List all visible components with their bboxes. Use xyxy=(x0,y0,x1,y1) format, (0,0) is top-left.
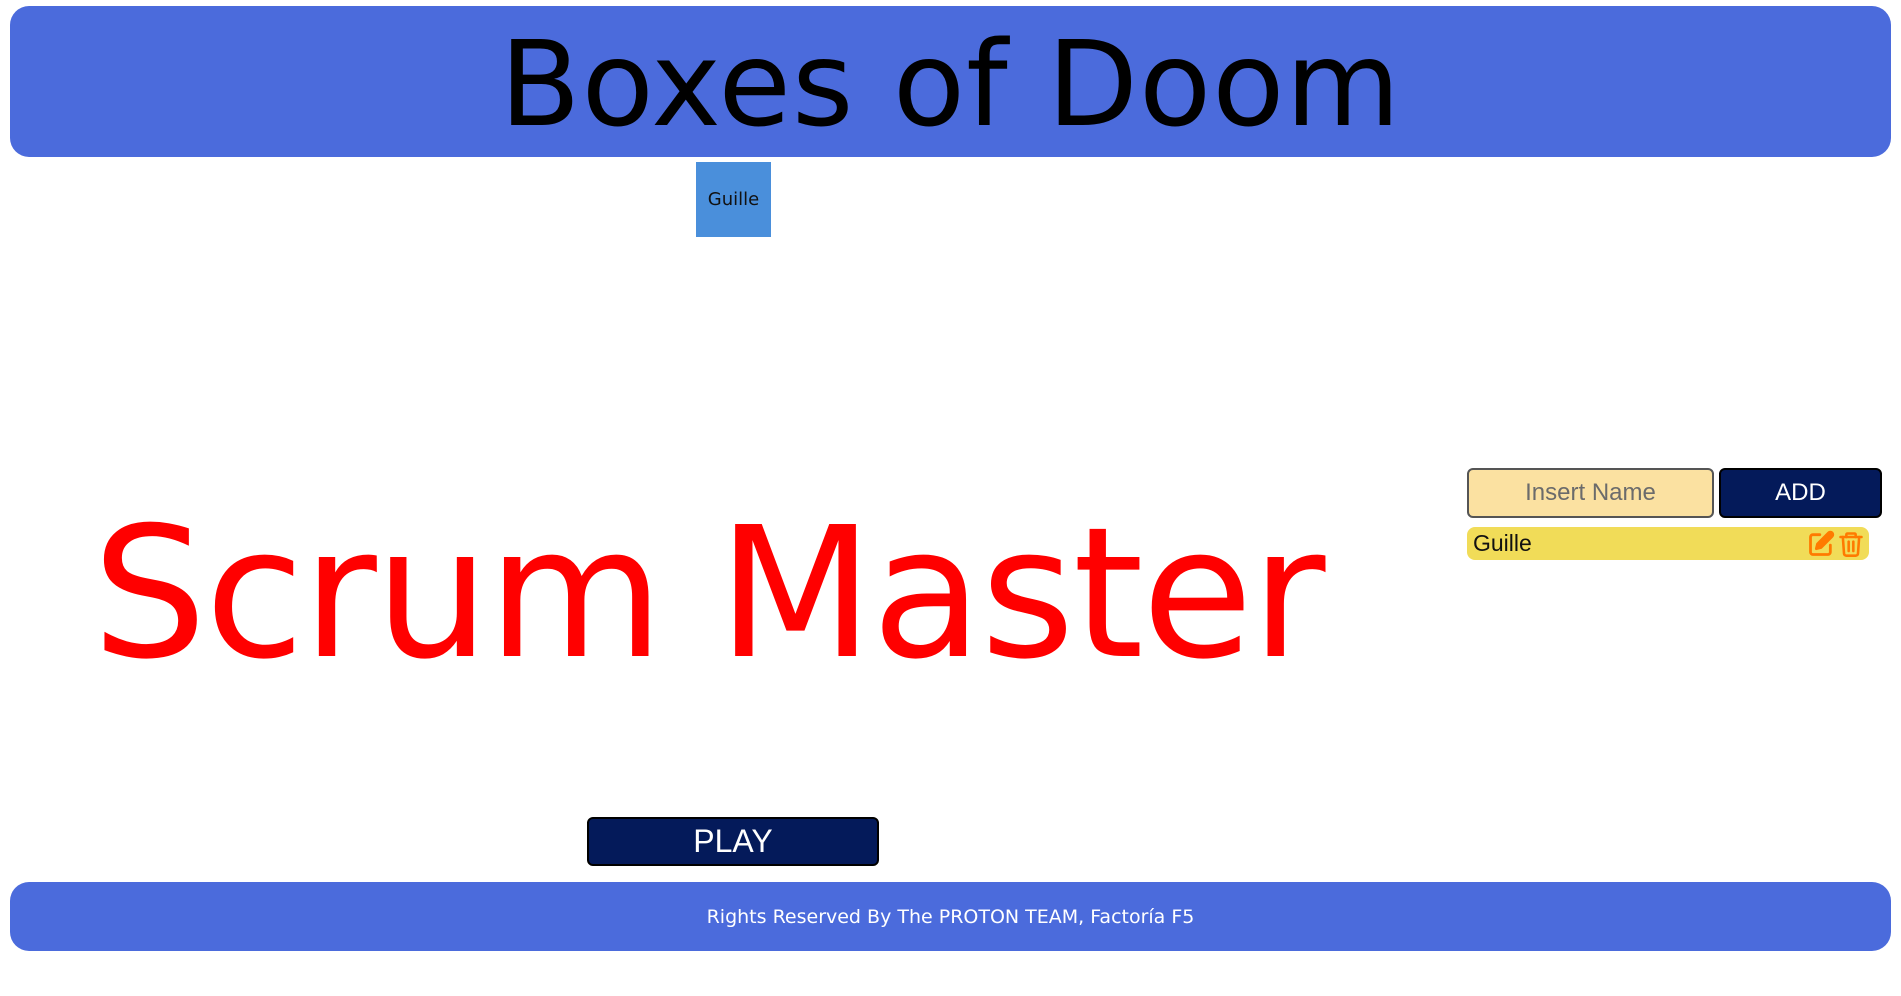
trash-icon[interactable] xyxy=(1836,529,1866,559)
page-title: Boxes of Doom xyxy=(499,14,1402,153)
name-input[interactable] xyxy=(1467,468,1714,518)
add-button[interactable]: ADD xyxy=(1719,468,1882,518)
player-name: Guille xyxy=(1473,530,1532,556)
edit-icon[interactable] xyxy=(1806,529,1836,559)
player-box[interactable]: Guille xyxy=(696,162,771,237)
player-list: Guille xyxy=(1467,527,1869,560)
list-item: Guille xyxy=(1467,527,1869,560)
app-footer: Rights Reserved By The PROTON TEAM, Fact… xyxy=(10,882,1891,951)
play-button[interactable]: PLAY xyxy=(587,817,879,866)
app-header: Boxes of Doom xyxy=(10,6,1891,157)
selected-role: Scrum Master xyxy=(92,488,1326,699)
footer-text: Rights Reserved By The PROTON TEAM, Fact… xyxy=(706,905,1195,928)
